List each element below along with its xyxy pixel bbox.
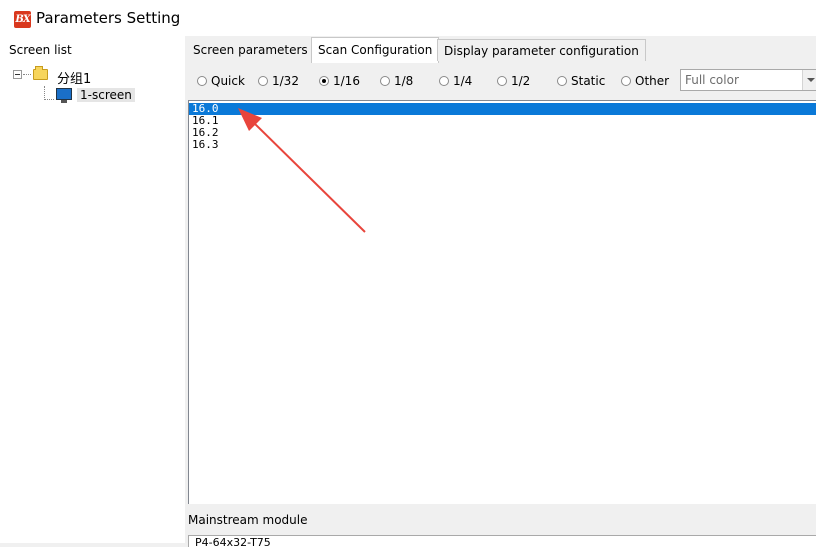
radio-button-icon xyxy=(621,76,631,86)
radio-label: 1/8 xyxy=(394,74,414,88)
tree-connector xyxy=(23,74,31,75)
chevron-down-icon[interactable] xyxy=(802,70,816,90)
collapse-icon[interactable] xyxy=(13,70,22,79)
radio-label: Static xyxy=(571,74,606,88)
radio-label: 1/2 xyxy=(511,74,531,88)
radio-button-icon xyxy=(380,76,390,86)
scan-configuration-panel: Quick 1/32 1/16 1/8 1/4 1/2 Static Other… xyxy=(185,64,816,547)
mainstream-module-label: Mainstream module xyxy=(188,513,308,527)
scan-mode-radio-group: Quick 1/32 1/16 1/8 1/4 1/2 Static Other… xyxy=(185,64,816,98)
monitor-icon xyxy=(56,88,72,103)
tree-connector xyxy=(44,99,54,100)
radio-button-icon xyxy=(258,76,268,86)
tab-scan-configuration[interactable]: Scan Configuration xyxy=(311,37,440,63)
radio-label: 1/16 xyxy=(333,74,360,88)
radio-button-checked-icon xyxy=(319,76,329,86)
radio-other[interactable]: Other xyxy=(621,74,669,88)
list-item[interactable]: 16.1 xyxy=(192,115,816,127)
radio-button-icon xyxy=(557,76,567,86)
tab-bar: Screen parameters Scan Configuration Dis… xyxy=(185,36,816,65)
radio-label: 1/32 xyxy=(272,74,299,88)
screen-list-label: Screen list xyxy=(9,43,72,57)
screen-list-pane: Screen list 分组1 1-screen xyxy=(0,36,185,543)
tree-item-screen[interactable]: 1-screen xyxy=(77,88,135,102)
list-item[interactable]: 16.3 xyxy=(192,139,816,151)
radio-button-icon xyxy=(497,76,507,86)
folder-icon xyxy=(33,66,48,80)
color-type-select[interactable]: Full color xyxy=(680,69,816,91)
radio-1-8[interactable]: 1/8 xyxy=(380,74,413,88)
radio-label: 1/4 xyxy=(453,74,473,88)
mainstream-module-list[interactable]: P4-64x32-T75 xyxy=(188,535,816,547)
radio-1-32[interactable]: 1/32 xyxy=(258,74,299,88)
color-type-value: Full color xyxy=(685,73,739,87)
radio-1-4[interactable]: 1/4 xyxy=(439,74,472,88)
window-title: Parameters Setting xyxy=(36,9,181,27)
module-value: P4-64x32-T75 xyxy=(195,536,271,547)
radio-1-16[interactable]: 1/16 xyxy=(319,74,360,88)
tab-screen-parameters[interactable]: Screen parameters xyxy=(187,39,314,61)
tree-item-group[interactable]: 分组1 xyxy=(57,68,91,87)
radio-label: Quick xyxy=(211,74,245,88)
tab-display-parameter-configuration[interactable]: Display parameter configuration xyxy=(437,39,646,61)
app-logo-icon: BX xyxy=(14,11,31,28)
list-item[interactable]: 16.2 xyxy=(192,127,816,139)
tree-connector xyxy=(44,86,45,100)
scan-mode-list[interactable]: 16.0 16.1 16.2 16.3 xyxy=(188,100,816,504)
radio-button-icon xyxy=(197,76,207,86)
radio-label: Other xyxy=(635,74,670,88)
radio-1-2[interactable]: 1/2 xyxy=(497,74,530,88)
radio-button-icon xyxy=(439,76,449,86)
radio-quick[interactable]: Quick xyxy=(197,74,245,88)
radio-static[interactable]: Static xyxy=(557,74,605,88)
title-bar: BX Parameters Setting xyxy=(0,0,816,36)
list-item[interactable]: 16.0 xyxy=(189,103,816,115)
